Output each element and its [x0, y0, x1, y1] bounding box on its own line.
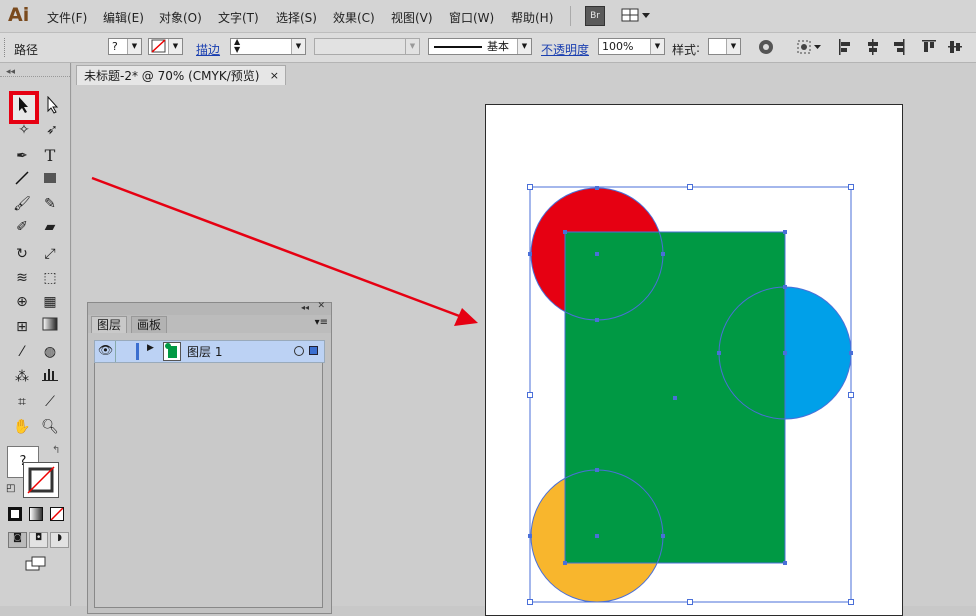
- layer-color-bar: [136, 343, 139, 360]
- tab-layers[interactable]: 图层: [91, 316, 128, 333]
- layer-thumbnail: [163, 342, 181, 361]
- layers-panel: ◂◂ ✕ 图层 画板 ▾≡ 👁︎ ▶ 图层 1: [87, 301, 332, 614]
- tab-artboards[interactable]: 画板: [131, 316, 168, 333]
- divider: [115, 341, 116, 362]
- close-panel-icon[interactable]: ✕: [317, 301, 325, 311]
- expand-triangle-icon[interactable]: ▶: [147, 343, 154, 353]
- layer-name[interactable]: 图层 1: [187, 343, 222, 360]
- panel-menu-icon[interactable]: ▾≡: [315, 317, 328, 328]
- panel-header[interactable]: ◂◂ ✕: [88, 301, 331, 315]
- layer-row[interactable]: 👁︎ ▶ 图层 1: [94, 340, 325, 363]
- target-circle-icon[interactable]: [294, 346, 304, 356]
- selection-indicator-icon[interactable]: [309, 346, 318, 355]
- layers-list: [94, 340, 323, 608]
- collapse-panel-icon[interactable]: ◂◂: [301, 303, 309, 312]
- panel-tabs: 图层 画板 ▾≡: [88, 315, 331, 333]
- visibility-eye-icon[interactable]: 👁︎: [98, 343, 113, 357]
